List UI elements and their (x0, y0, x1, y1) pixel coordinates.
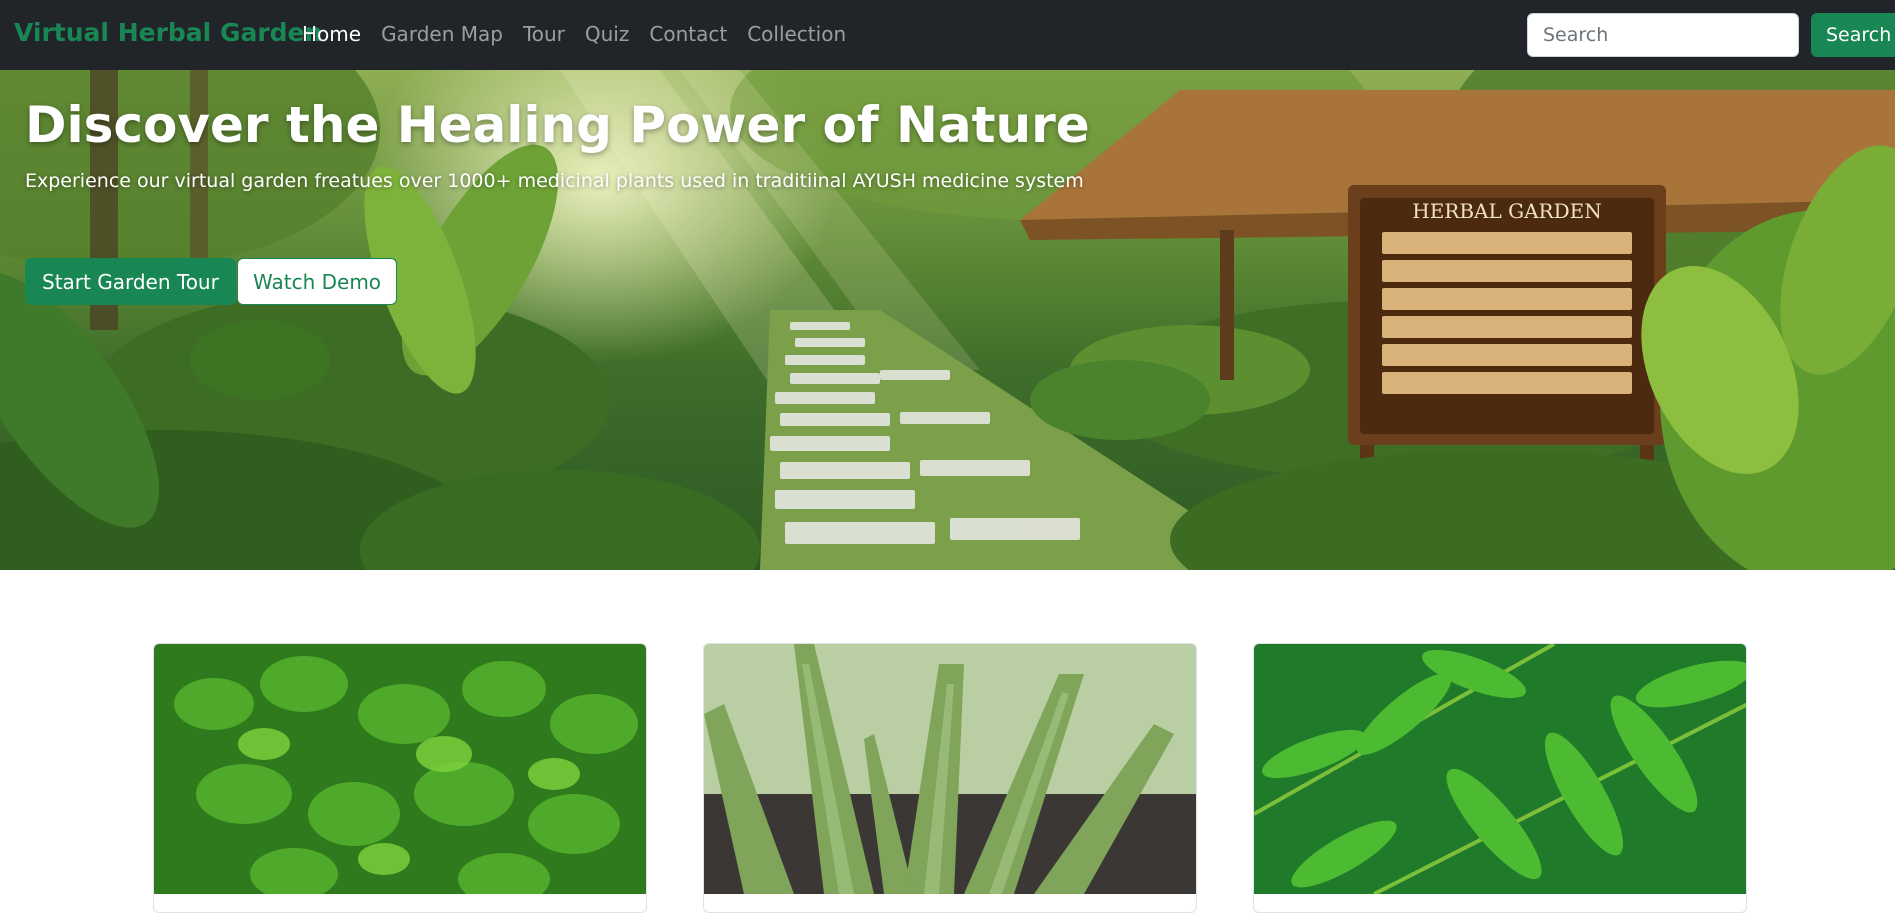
nav-links: Home Garden Map Tour Quiz Contact Collec… (302, 22, 866, 46)
tulsi-plant-image (154, 644, 646, 894)
plant-card-tulsi[interactable] (153, 643, 647, 913)
plant-card-aloe-vera[interactable] (703, 643, 1197, 913)
hero-subtitle: Experience our virtual garden freatues o… (25, 170, 1084, 192)
watch-demo-button[interactable]: Watch Demo (237, 258, 398, 305)
nav-link-home[interactable]: Home (302, 22, 361, 46)
nav-link-tour[interactable]: Tour (523, 22, 565, 46)
nav-link-collection[interactable]: Collection (747, 22, 846, 46)
nav-link-quiz[interactable]: Quiz (585, 22, 629, 46)
neem-leaves-image (1254, 644, 1746, 894)
brand-logo[interactable]: Virtual Herbal Garden (14, 18, 322, 47)
plant-card-neem[interactable] (1253, 643, 1747, 913)
search-button[interactable]: Search (1811, 13, 1895, 57)
nav-link-garden-map[interactable]: Garden Map (381, 22, 503, 46)
nav-link-contact[interactable]: Contact (649, 22, 727, 46)
hero-banner: HERBAL GARDEN Discover the Healing Power… (0, 70, 1895, 570)
search-input[interactable] (1527, 13, 1799, 57)
hero-title: Discover the Healing Power of Nature (25, 96, 1090, 154)
sign-text: HERBAL GARDEN (1412, 199, 1602, 223)
aloe-vera-plant-image (704, 644, 1196, 894)
navbar: Virtual Herbal Garden Home Garden Map To… (0, 0, 1895, 70)
start-garden-tour-button[interactable]: Start Garden Tour (25, 258, 236, 305)
